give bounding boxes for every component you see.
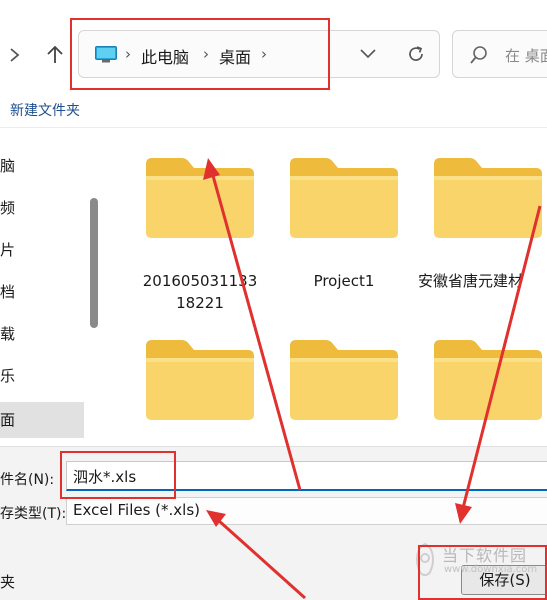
this-pc-icon (95, 46, 117, 63)
address-bar[interactable]: › 此电脑 › 桌面 › (78, 30, 440, 78)
folder-icon (146, 158, 254, 238)
folder-icon (146, 340, 254, 420)
folder-item[interactable] (130, 310, 270, 460)
folder-icon (434, 158, 542, 238)
folder-item[interactable]: Project1 (274, 128, 414, 290)
folder-item[interactable] (418, 310, 547, 460)
folder-icon (290, 158, 398, 238)
up-button[interactable] (40, 40, 70, 70)
downxia-logo-icon (416, 542, 434, 576)
hide-folders-toggle[interactable]: 夹 (0, 571, 15, 592)
folder-icon (290, 340, 398, 420)
sidebar-item-documents[interactable]: 档 (0, 274, 84, 310)
navigation-bar: › 此电脑 › 桌面 › 在 桌面 (0, 0, 547, 92)
folder-item[interactable]: 安徽省唐元建材 (418, 128, 547, 290)
folder-icon (434, 340, 542, 420)
sidebar-item-label: 频 (0, 199, 16, 217)
watermark: 当下软件园 www.downxia.com (412, 540, 547, 584)
sidebar-item-downloads[interactable]: 载 (0, 316, 84, 352)
sidebar-scrollbar-thumb[interactable] (90, 198, 98, 328)
chevron-right-icon: › (261, 45, 267, 63)
watermark-url: www.downxia.com (444, 564, 538, 575)
folder-item[interactable]: 201605031133 18221 (130, 128, 270, 312)
folder-name: 201605031133 18221 (142, 272, 258, 312)
sidebar-item-label: 档 (0, 283, 16, 301)
sidebar-item-label: 乐 (0, 367, 16, 385)
search-box[interactable]: 在 桌面 (452, 30, 547, 78)
new-folder-button[interactable]: 新建文件夹 (10, 100, 80, 120)
sidebar-item-label: 脑 (0, 157, 16, 175)
command-bar: 新建文件夹 (0, 92, 547, 128)
chevron-down-icon (360, 49, 376, 59)
sidebar-item-desktop[interactable]: 面 (0, 402, 84, 438)
sidebar-item-label: 片 (0, 241, 16, 259)
chevron-right-icon: › (203, 45, 209, 63)
filename-input[interactable]: 泗水*.xls (66, 461, 547, 491)
watermark-text: 当下软件园 (442, 546, 528, 565)
navigation-pane: 脑 频 片 档 载 乐 面 (0, 128, 100, 446)
address-history-dropdown[interactable] (354, 40, 382, 68)
filetype-value: Excel Files (*.xls) (73, 501, 201, 519)
sidebar-item-label: 载 (0, 325, 16, 343)
sidebar-item-pictures[interactable]: 片 (0, 232, 84, 268)
forward-button[interactable] (0, 40, 30, 70)
breadcrumb-desktop[interactable]: 桌面 (219, 44, 251, 68)
folder-name: Project1 (313, 272, 375, 290)
sidebar-item-videos[interactable]: 频 (0, 190, 84, 226)
breadcrumb-this-pc[interactable]: 此电脑 (141, 44, 189, 68)
refresh-button[interactable] (402, 40, 430, 68)
sidebar-item-computer[interactable]: 脑 (0, 148, 84, 184)
folder-name: 安徽省唐元建材 (418, 272, 524, 290)
chevron-right-icon: › (125, 45, 131, 63)
sidebar-item-label: 面 (0, 411, 16, 429)
file-list: 201605031133 18221 Project1 安徽省唐元建材 (100, 128, 547, 446)
chevron-right-icon (10, 48, 20, 62)
search-icon (470, 46, 487, 64)
refresh-icon (409, 46, 423, 61)
filename-value: 泗水*.xls (73, 468, 137, 486)
filetype-label: 存类型(T): (0, 506, 67, 522)
filetype-select[interactable]: Excel Files (*.xls) (66, 497, 547, 525)
search-placeholder: 在 桌面 (505, 47, 547, 65)
arrow-up-icon (47, 45, 63, 63)
filename-label: 件名(N): (0, 472, 55, 488)
sidebar-item-music[interactable]: 乐 (0, 358, 84, 394)
folder-item[interactable] (274, 310, 414, 460)
